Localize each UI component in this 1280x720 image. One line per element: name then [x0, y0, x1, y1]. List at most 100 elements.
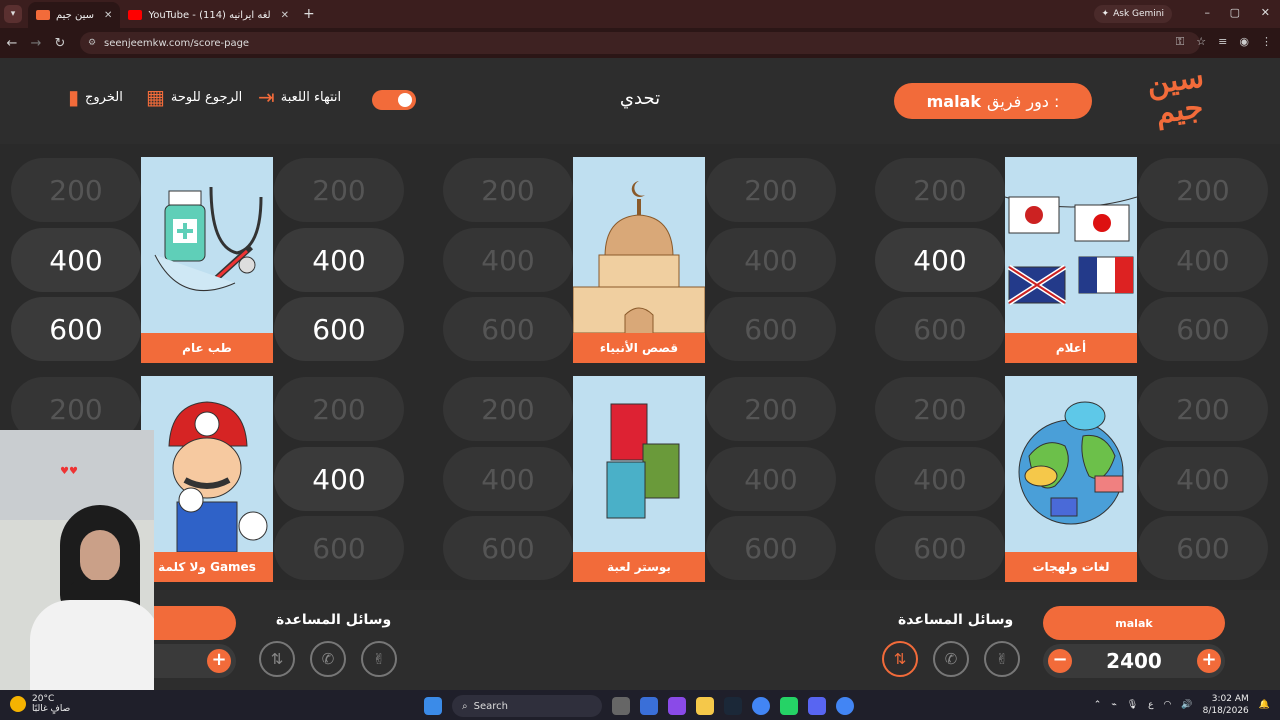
password-key-icon[interactable]: ⚿: [1176, 35, 1184, 49]
url-field[interactable]: ⚙ seenjeemkw.com/score-page: [80, 32, 1200, 54]
toolbar-icons: ⚿ ☆ ≡ ◉ ⋮: [1176, 35, 1272, 49]
copilot-icon[interactable]: [668, 697, 686, 715]
clock[interactable]: 3:02 AM 8/18/2026: [1203, 693, 1249, 717]
question-pill[interactable]: 600: [443, 516, 573, 580]
windows-start-icon[interactable]: [424, 697, 442, 715]
language-indicator[interactable]: ع: [1148, 700, 1153, 710]
question-pill[interactable]: 200: [1138, 377, 1268, 441]
close-icon[interactable]: ✕: [104, 10, 112, 21]
site-info-icon[interactable]: ⚙: [88, 38, 96, 48]
volume-icon[interactable]: 🔊: [1181, 700, 1192, 710]
question-pill[interactable]: 400: [706, 228, 836, 292]
timer-toggle[interactable]: [372, 90, 416, 110]
question-pill[interactable]: 600: [274, 297, 404, 361]
tab-youtube[interactable]: YouTube - (114) لغه ايرانيه ✕: [120, 2, 297, 28]
question-pill[interactable]: 200: [706, 377, 836, 441]
question-pill[interactable]: 600: [706, 297, 836, 361]
question-pill[interactable]: 600: [443, 297, 573, 361]
question-pill[interactable]: 600: [1138, 297, 1268, 361]
gemini-icon: ✦: [1101, 9, 1110, 19]
discord-icon[interactable]: [808, 697, 826, 715]
question-pill[interactable]: 400: [1138, 228, 1268, 292]
question-pill[interactable]: 200: [274, 377, 404, 441]
taskbar-search[interactable]: ⌕ Search: [452, 695, 602, 717]
task-view-icon[interactable]: [612, 697, 630, 715]
question-pill[interactable]: 200: [274, 158, 404, 222]
phone-call-icon[interactable]: ✆: [933, 641, 969, 677]
decrease-score-button[interactable]: −: [1048, 649, 1072, 673]
question-pill[interactable]: 200: [443, 377, 573, 441]
weather-temp: 20°C: [32, 694, 55, 704]
youtube-favicon-icon: [128, 10, 143, 20]
end-game-label: انتهاء اللعبة: [280, 89, 342, 105]
question-pill[interactable]: 400: [443, 447, 573, 511]
question-pill[interactable]: 400: [1138, 447, 1268, 511]
close-icon[interactable]: ✕: [281, 10, 289, 21]
hearts-sticker-icon: ♥♥: [60, 466, 78, 477]
maximize-button[interactable]: ▢: [1230, 6, 1240, 19]
file-explorer-icon[interactable]: [696, 697, 714, 715]
tab-search-button[interactable]: ▾: [4, 5, 22, 23]
medicine-image: [154, 186, 263, 291]
swap-question-icon[interactable]: ⇅: [259, 641, 295, 677]
chrome-active-icon[interactable]: [836, 697, 854, 715]
question-pill[interactable]: 200: [11, 158, 141, 222]
reading-list-icon[interactable]: ≡: [1218, 35, 1227, 49]
tab-title: سين جيم: [56, 9, 95, 21]
question-pill[interactable]: 600: [1138, 516, 1268, 580]
tab-seenjeem[interactable]: سين جيم ✕: [28, 2, 121, 28]
question-pill[interactable]: 200: [875, 158, 1005, 222]
question-pill[interactable]: 600: [11, 297, 141, 361]
notifications-icon[interactable]: 🔔: [1259, 700, 1270, 710]
ask-gemini-button[interactable]: ✦ Ask Gemini: [1093, 5, 1172, 23]
increase-score-button[interactable]: +: [1197, 649, 1221, 673]
phone-call-icon[interactable]: ✆: [310, 641, 346, 677]
question-pill[interactable]: 400: [443, 228, 573, 292]
question-pill[interactable]: 600: [706, 516, 836, 580]
question-pill[interactable]: 400: [274, 447, 404, 511]
question-pill[interactable]: 400: [11, 228, 141, 292]
chrome-icon[interactable]: [752, 697, 770, 715]
reload-icon[interactable]: ↻: [48, 36, 72, 51]
bookmark-star-icon[interactable]: ☆: [1196, 35, 1206, 49]
question-pill[interactable]: 400: [274, 228, 404, 292]
question-pill[interactable]: 200: [875, 377, 1005, 441]
tray-chevron-icon[interactable]: ⌃: [1094, 700, 1102, 710]
new-tab-button[interactable]: +: [303, 6, 315, 22]
question-pill[interactable]: 400: [875, 447, 1005, 511]
globe-image: [1018, 401, 1124, 525]
two-answers-icon[interactable]: ✌: [984, 641, 1020, 677]
close-window-button[interactable]: ✕: [1261, 6, 1270, 19]
swap-question-icon[interactable]: ⇅: [882, 641, 918, 677]
toggle-knob: [398, 93, 412, 107]
wifi-icon[interactable]: ◠: [1164, 700, 1172, 710]
back-to-board-button[interactable]: ▦ الرجوع للوحة: [146, 87, 242, 107]
store-icon[interactable]: [640, 697, 658, 715]
question-pill[interactable]: 600: [875, 297, 1005, 361]
category-card-medicine: طب عام: [141, 157, 273, 363]
two-answers-icon[interactable]: ✌: [361, 641, 397, 677]
end-game-button[interactable]: ⇥ انتهاء اللعبة: [258, 87, 342, 107]
profile-avatar-icon[interactable]: ◉: [1239, 35, 1249, 49]
question-pill[interactable]: 400: [875, 228, 1005, 292]
mic-icon[interactable]: 🎙: [1127, 700, 1138, 710]
forward-arrow-icon[interactable]: →: [24, 36, 48, 51]
back-arrow-icon[interactable]: ←: [0, 36, 24, 51]
question-pill[interactable]: 600: [274, 516, 404, 580]
seenjeem-logo: سين جيم: [1136, 59, 1221, 139]
increase-score-button[interactable]: +: [207, 649, 231, 673]
search-label: Search: [473, 700, 508, 712]
question-pill[interactable]: 200: [443, 158, 573, 222]
question-pill[interactable]: 200: [706, 158, 836, 222]
minimize-button[interactable]: –: [1205, 6, 1211, 19]
steam-icon[interactable]: [724, 697, 742, 715]
question-pill[interactable]: 600: [875, 516, 1005, 580]
whatsapp-icon[interactable]: [780, 697, 798, 715]
weather-widget[interactable]: 20°C صافٍ غالبًا: [10, 694, 70, 714]
network-icon[interactable]: ⌁: [1111, 700, 1116, 710]
question-pill[interactable]: 400: [706, 447, 836, 511]
question-pill[interactable]: 200: [1138, 158, 1268, 222]
menu-dots-icon[interactable]: ⋮: [1261, 35, 1272, 49]
exit-button[interactable]: ▮ الخروج: [68, 87, 123, 107]
seenjeem-favicon-icon: [36, 10, 50, 20]
